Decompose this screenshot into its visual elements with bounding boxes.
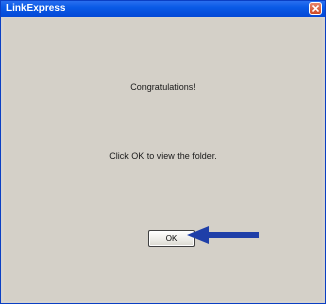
close-button[interactable]	[309, 2, 322, 15]
congratulations-heading: Congratulations!	[130, 82, 196, 92]
instruction-text: Click OK to view the folder.	[109, 151, 217, 161]
dialog-window: LinkExpress Congratulations! Click OK to…	[0, 0, 326, 304]
title-bar[interactable]: LinkExpress	[1, 1, 325, 17]
close-icon	[312, 5, 319, 12]
arrow-left-icon	[187, 226, 259, 244]
dialog-body: Congratulations! Click OK to view the fo…	[4, 18, 322, 301]
window-title: LinkExpress	[6, 3, 66, 14]
